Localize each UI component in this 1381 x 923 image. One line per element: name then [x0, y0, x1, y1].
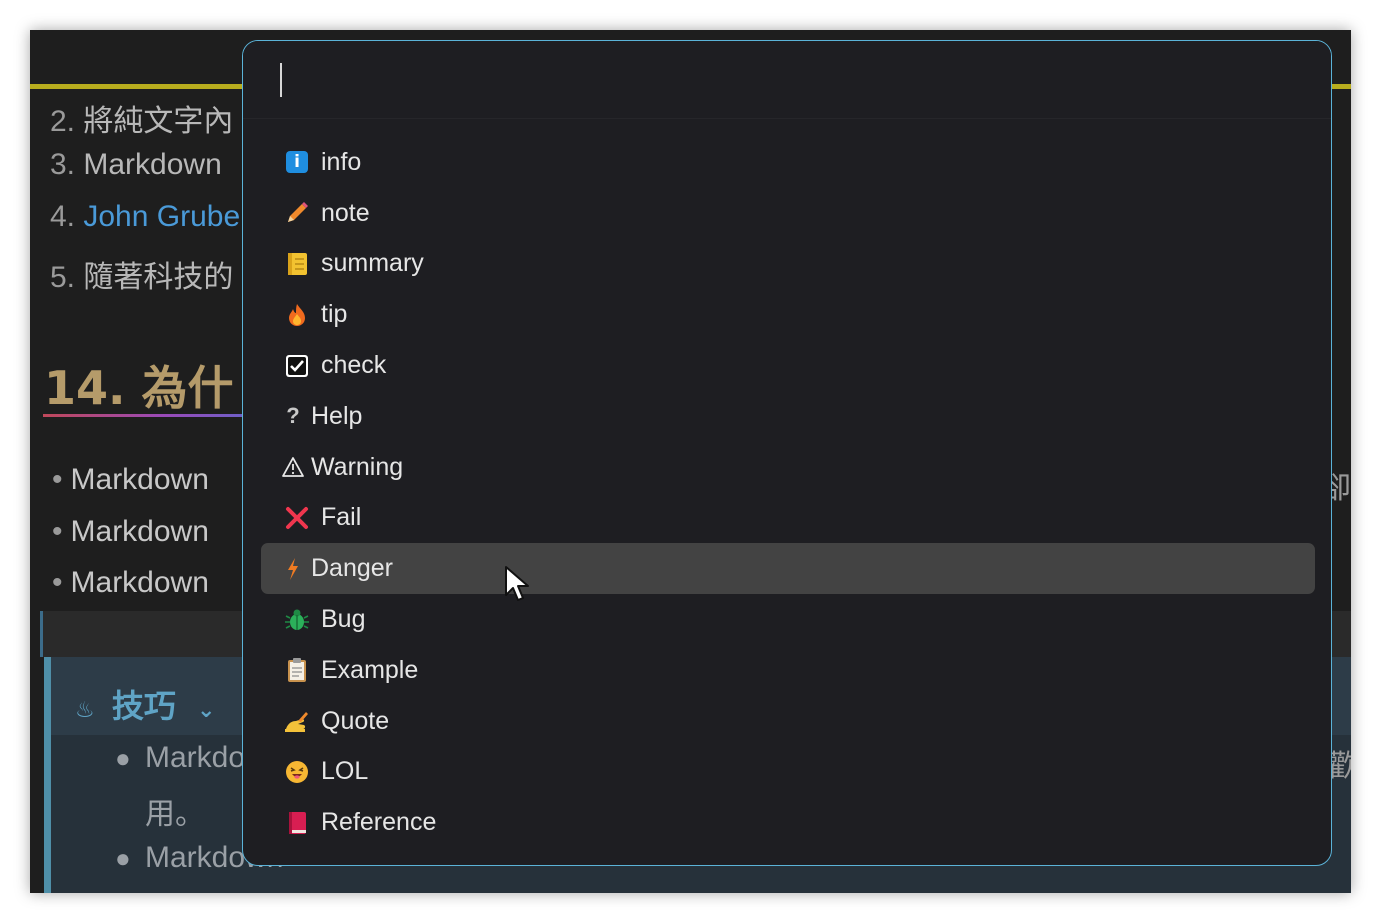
callout-type-picker: i info note summary tip check ? Help War… [242, 40, 1332, 866]
item-label: Example [321, 655, 419, 684]
list-link[interactable]: John Grube [83, 200, 240, 233]
mouse-pointer-icon [505, 566, 529, 601]
picker-item-quote[interactable]: Quote [261, 696, 1315, 747]
chevron-down-icon[interactable]: ⌄ [197, 698, 215, 723]
section-heading: 14. 為什 [44, 361, 234, 415]
bullet-dot: ● [115, 843, 131, 873]
picker-item-danger[interactable]: Danger [261, 543, 1315, 595]
item-label: Help [311, 401, 363, 430]
picker-item-lol[interactable]: LOL [261, 747, 1315, 798]
list-number: 2. [50, 105, 76, 138]
item-label: tip [321, 300, 348, 329]
bullet-dot: • [52, 515, 63, 548]
callout-title: ♨ 技巧 ⌄ [75, 681, 215, 727]
lightning-icon [279, 555, 307, 583]
picker-search-input[interactable] [243, 41, 1331, 119]
picker-item-tip[interactable]: tip [261, 289, 1315, 340]
bullet-item: • Markdown [52, 566, 209, 600]
picker-item-example[interactable]: Example [261, 645, 1315, 696]
info-icon: i [283, 148, 311, 176]
cross-icon [283, 504, 311, 532]
bullet-text: Markdown [70, 463, 209, 496]
list-number: 4. [50, 200, 76, 233]
item-label: Quote [321, 706, 390, 735]
picker-list: i info note summary tip check ? Help War… [261, 137, 1315, 848]
callout-line: 用。 [145, 798, 205, 831]
item-label: Bug [321, 605, 366, 634]
text-caret [280, 63, 282, 97]
callout-title-text: 技巧 [111, 687, 176, 725]
item-label: Danger [311, 554, 393, 583]
list-text: Markdown [83, 148, 222, 181]
bullet-item: • Markdown [52, 463, 209, 497]
checkbox-icon [283, 352, 311, 380]
bullet-text: Markdown [70, 515, 209, 548]
fire-icon [283, 301, 311, 329]
item-label: info [321, 147, 362, 176]
picker-item-summary[interactable]: summary [261, 239, 1315, 290]
picker-item-note[interactable]: note [261, 188, 1315, 239]
book-icon [283, 809, 311, 837]
picker-item-info[interactable]: i info [261, 137, 1315, 188]
flame-outline-icon: ♨ [75, 698, 95, 723]
pencil-icon [283, 199, 311, 227]
writing-hand-icon [283, 707, 311, 735]
question-icon: ? [286, 403, 300, 429]
list-text: 隨著科技的 [83, 261, 234, 294]
bullet-item: • Markdown [52, 515, 209, 549]
picker-item-check[interactable]: check [261, 340, 1315, 391]
item-label: Reference [321, 808, 437, 837]
warning-icon [279, 453, 307, 481]
bug-icon [283, 606, 311, 634]
item-label: Warning [311, 452, 404, 481]
bullet-dot: • [52, 463, 63, 496]
ordered-list-item: 2. 將純文字內 [50, 96, 233, 140]
bullet-dot: ● [115, 743, 131, 773]
list-number: 5. [50, 261, 76, 294]
item-label: check [321, 351, 387, 380]
clipboard-icon [283, 656, 311, 684]
ordered-list-item: 4. John Grube [50, 200, 240, 234]
picker-item-help[interactable]: ? Help [261, 391, 1315, 442]
item-label: summary [321, 249, 424, 278]
list-text: 將純文字內 [83, 105, 234, 138]
bullet-dot: • [52, 566, 63, 599]
ordered-list-item: 3. Markdown [50, 148, 222, 182]
item-label: note [321, 198, 370, 227]
picker-item-bug[interactable]: Bug [261, 594, 1315, 645]
picker-item-reference[interactable]: Reference [261, 797, 1315, 848]
list-number: 3. [50, 148, 76, 181]
picker-item-fail[interactable]: Fail [261, 493, 1315, 544]
callout-line: Markdo [145, 741, 246, 774]
ordered-list-item: 5. 隨著科技的 [50, 252, 233, 296]
notebook-icon [283, 250, 311, 278]
item-label: Fail [321, 503, 362, 532]
item-label: LOL [321, 757, 369, 786]
bullet-text: Markdown [70, 566, 209, 599]
laughing-face-icon [283, 758, 311, 786]
picker-item-warning[interactable]: Warning [261, 442, 1315, 493]
